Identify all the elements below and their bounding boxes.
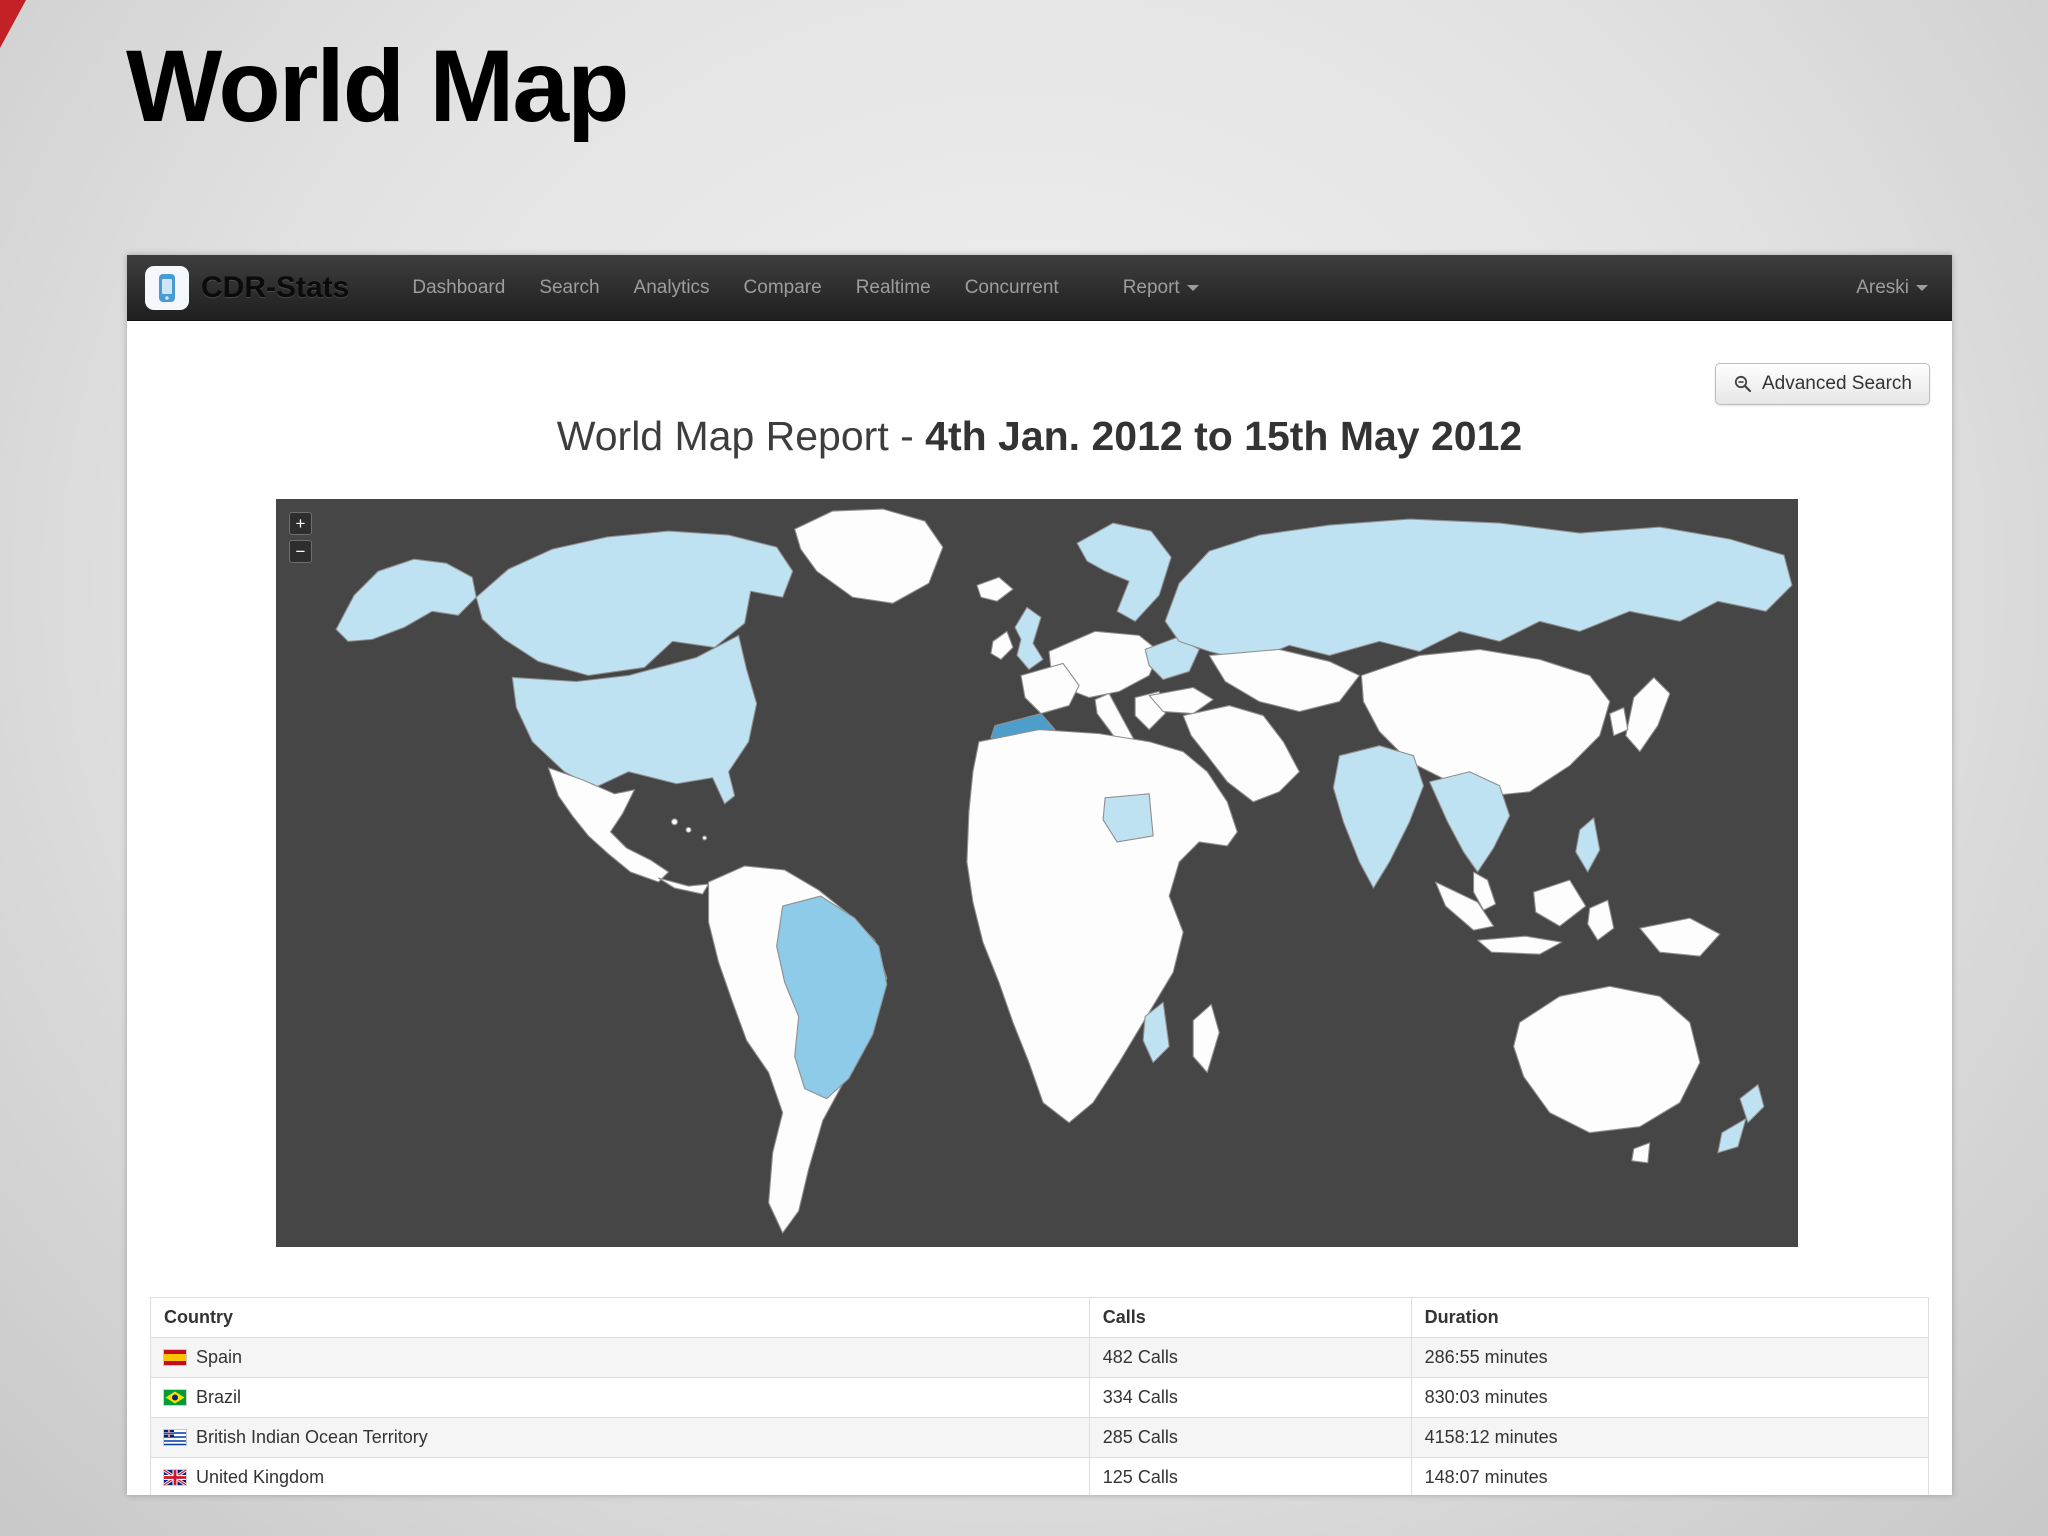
table-row: British Indian Ocean Territory 285 Calls… (150, 1417, 1930, 1458)
world-map-svg (335, 508, 1793, 1234)
country-stats-section: Country Calls Duration Spain 482 Calls 2… (150, 1297, 1930, 1495)
nav-item-concurrent[interactable]: Concurrent (948, 255, 1076, 320)
table-row: Spain 482 Calls 286:55 minutes (150, 1337, 1930, 1378)
slide-background: { "slide": { "title": "World Map" }, "na… (0, 0, 2048, 1536)
navbar: CDR-Stats Dashboard Search Analytics Com… (127, 255, 1952, 321)
table-header-row: Country Calls Duration (150, 1297, 1930, 1338)
column-header-calls: Calls (1088, 1297, 1412, 1338)
caret-down-icon (1916, 284, 1928, 291)
table-row: Brazil 334 Calls 830:03 minutes (150, 1377, 1930, 1418)
biot-flag-icon (164, 1430, 186, 1445)
nav-item-compare[interactable]: Compare (727, 255, 839, 320)
phone-icon (159, 273, 175, 302)
main-nav: Dashboard Search Analytics Compare Realt… (395, 255, 1215, 320)
world-map[interactable]: + − (276, 499, 1798, 1247)
nav-item-dashboard[interactable]: Dashboard (395, 255, 522, 320)
app-logo-icon[interactable] (145, 265, 189, 310)
search-icon (1734, 375, 1752, 393)
report-content: Advanced Search World Map Report - 4th J… (127, 321, 1952, 1495)
spain-flag-icon (164, 1350, 186, 1365)
brand-title[interactable]: CDR-Stats (201, 271, 349, 305)
app-window: CDR-Stats Dashboard Search Analytics Com… (127, 255, 1952, 1495)
slide-title: World Map (126, 29, 629, 143)
nav-item-search[interactable]: Search (522, 255, 616, 320)
corner-accent (0, 0, 26, 48)
country-stats-table: Country Calls Duration Spain 482 Calls 2… (150, 1297, 1930, 1495)
zoom-in-button[interactable]: + (289, 512, 312, 535)
brazil-flag-icon (164, 1390, 186, 1405)
column-header-duration: Duration (1410, 1297, 1930, 1338)
column-header-country: Country (150, 1297, 1090, 1338)
advanced-search-button[interactable]: Advanced Search (1715, 363, 1930, 405)
nav-item-realtime[interactable]: Realtime (839, 255, 948, 320)
uk-flag-icon (164, 1470, 186, 1485)
zoom-out-button[interactable]: − (289, 540, 312, 563)
report-title: World Map Report - 4th Jan. 2012 to 15th… (556, 413, 1523, 459)
nav-item-analytics[interactable]: Analytics (617, 255, 727, 320)
caret-down-icon (1186, 284, 1199, 291)
table-row: United Kingdom 125 Calls 148:07 minutes (150, 1457, 1930, 1495)
user-menu[interactable]: Areski (1850, 277, 1934, 299)
nav-item-report[interactable]: Report (1106, 255, 1216, 320)
